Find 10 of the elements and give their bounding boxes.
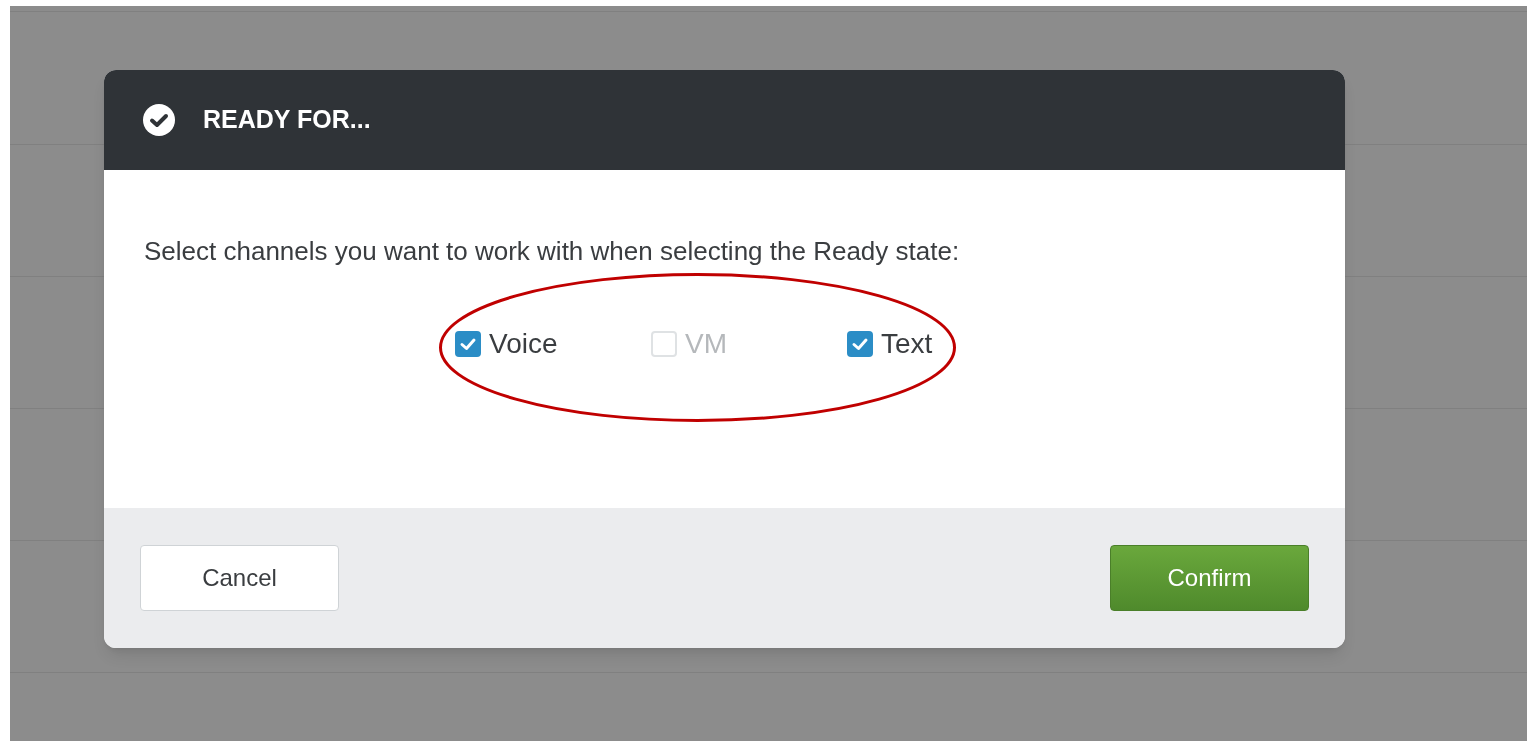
- checkbox[interactable]: [847, 331, 873, 357]
- cancel-button[interactable]: Cancel: [140, 545, 339, 611]
- confirm-button[interactable]: Confirm: [1110, 545, 1309, 611]
- checkbox[interactable]: [455, 331, 481, 357]
- checkbox-label: Text: [881, 327, 933, 361]
- check-circle-icon: [143, 104, 175, 136]
- checkbox-label: VM: [685, 327, 727, 361]
- checkbox-label: Voice: [489, 327, 558, 361]
- dialog-title: READY FOR...: [203, 104, 371, 136]
- prompt-text: Select channels you want to work with when selecting the Ready state:: [144, 235, 961, 268]
